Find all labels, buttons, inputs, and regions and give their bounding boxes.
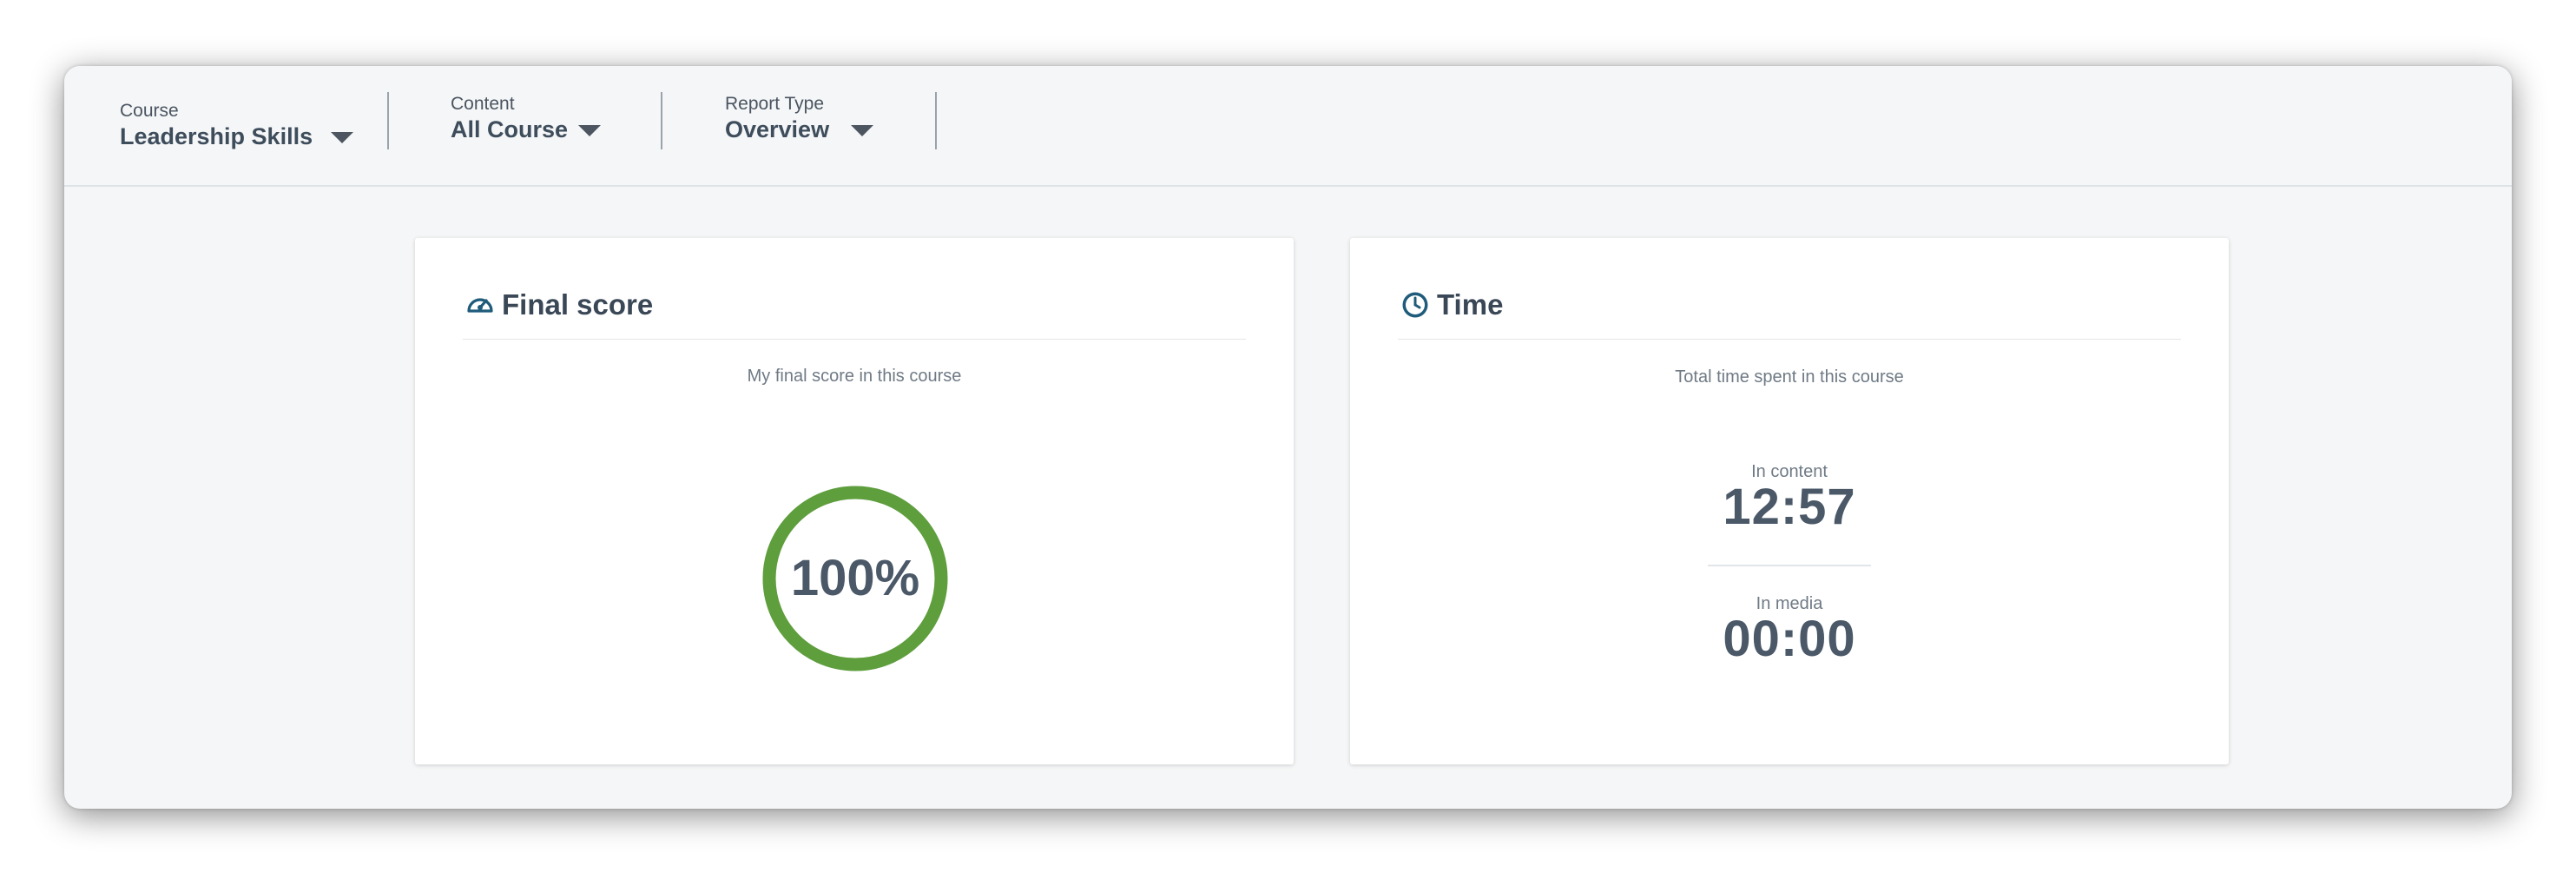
in-media-value: 00:00 [1723,611,1856,667]
clock-icon [1400,290,1430,324]
in-content-value: 12:57 [1723,479,1856,535]
time-divider [1708,565,1871,566]
time-card: Time Total time spent in this course In … [1350,238,2229,764]
time-subtitle: Total time spent in this course [1675,367,1904,387]
score-value: 100% [790,550,920,606]
content-value: All Course [451,116,569,142]
chevron-down-icon [851,125,873,136]
filter-divider [387,92,389,149]
card-divider [1398,339,2181,340]
final-score-title: Final score [502,288,654,321]
filter-divider [661,92,662,149]
course-label: Course [120,101,179,121]
final-score-card: Final score My final score in this cours… [415,238,1294,764]
report-type-label: Report Type [725,94,825,114]
content-dropdown[interactable]: Content All Course [451,94,624,146]
chevron-down-icon [578,125,601,136]
final-score-subtitle: My final score in this course [747,367,962,386]
report-type-dropdown[interactable]: Report Type Overview [725,94,899,146]
report-window: Course Leadership Skills Content All Cou… [64,66,2512,809]
course-dropdown[interactable]: Course Leadership Skills [120,101,354,153]
chevron-down-icon [331,132,353,143]
filter-divider [935,92,937,149]
speedometer-icon [465,290,495,321]
filter-bar: Course Leadership Skills Content All Cou… [64,66,2512,187]
time-title: Time [1437,288,1504,321]
course-value: Leadership Skills [120,123,313,149]
card-divider [463,339,1246,340]
score-ring: 100% [760,483,951,674]
content-label: Content [451,94,515,114]
report-type-value: Overview [725,116,830,142]
